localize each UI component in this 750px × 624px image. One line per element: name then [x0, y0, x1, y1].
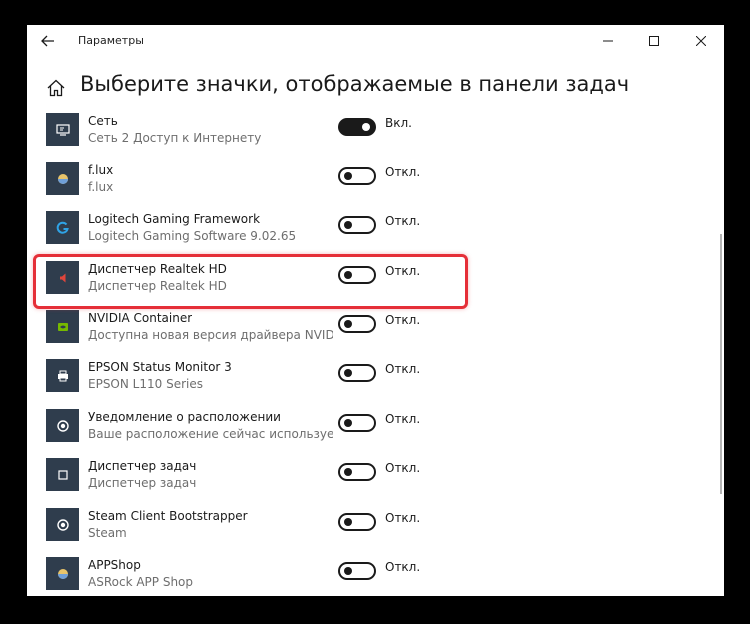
toggle-state-label: Откл.: [385, 560, 421, 574]
toggle-state-label: Откл.: [385, 412, 421, 426]
toggle-switch[interactable]: [338, 562, 376, 580]
maximize-icon: [649, 36, 659, 46]
toggle-switch[interactable]: [338, 266, 376, 284]
list-item: Сеть Сеть 2 Доступ к Интернету Вкл.: [27, 111, 717, 160]
back-button[interactable]: [33, 27, 63, 55]
list-item: EPSON Status Monitor 3 EPSON L110 Series…: [27, 357, 717, 406]
maximize-button[interactable]: [631, 25, 677, 57]
close-button[interactable]: [678, 25, 724, 57]
app-subtitle: Steam: [88, 526, 127, 540]
task-manager-icon: [57, 469, 68, 480]
close-icon: [696, 36, 706, 46]
title-bar: Параметры: [27, 25, 724, 57]
app-tile: [46, 261, 79, 294]
app-name: Steam Client Bootstrapper: [88, 509, 248, 523]
toggle-switch[interactable]: [338, 216, 376, 234]
page-header: Выберите значки, отображаемые в панели з…: [27, 69, 724, 109]
flux-icon: [57, 173, 68, 184]
app-name: Диспетчер задач: [88, 459, 197, 473]
scrollbar[interactable]: [720, 234, 722, 494]
app-subtitle: Сеть 2 Доступ к Интернету: [88, 131, 262, 145]
minimize-icon: [603, 40, 613, 42]
toggle-state-label: Откл.: [385, 461, 421, 475]
list-item: Steam Client Bootstrapper Steam Откл.: [27, 506, 717, 555]
app-subtitle: f.lux: [88, 180, 114, 194]
settings-window: Параметры Выберите значки, отображаемые …: [27, 25, 724, 596]
page-title: Выберите значки, отображаемые в панели з…: [80, 72, 630, 96]
toggle-switch[interactable]: [338, 513, 376, 531]
app-tile: [46, 310, 79, 343]
list-item: NVIDIA Container Доступна новая версия д…: [27, 308, 717, 357]
list-item: Диспетчер Realtek HD Диспетчер Realtek H…: [27, 259, 717, 308]
app-name: f.lux: [88, 163, 114, 177]
toggle-state-label: Откл.: [385, 511, 421, 525]
app-subtitle: Logitech Gaming Software 9.02.65: [88, 229, 297, 243]
app-tile: [46, 211, 79, 244]
network-monitor-icon: [55, 123, 70, 136]
list-item: f.lux f.lux Откл.: [27, 160, 717, 209]
toggle-state-label: Откл.: [385, 214, 421, 228]
app-name: Уведомление о расположении: [88, 410, 281, 424]
app-tile: [46, 557, 79, 590]
toggle-switch[interactable]: [338, 463, 376, 481]
app-subtitle: Диспетчер Realtek HD: [88, 279, 227, 293]
toggle-state-label: Откл.: [385, 165, 421, 179]
list-item: Logitech Gaming Framework Logitech Gamin…: [27, 209, 717, 258]
toggle-state-label: Откл.: [385, 362, 421, 376]
app-subtitle: Диспетчер задач: [88, 476, 197, 490]
toggle-switch[interactable]: [338, 364, 376, 382]
list-item: APPShop ASRock APP Shop Откл.: [27, 555, 717, 596]
home-icon[interactable]: [46, 78, 66, 98]
list-item: Уведомление о расположении Ваше располож…: [27, 407, 717, 456]
app-subtitle: Доступна новая версия драйвера NVIDIA...: [88, 328, 333, 342]
app-tile: [46, 359, 79, 392]
app-name: Сеть: [88, 114, 118, 128]
toggle-state-label: Откл.: [385, 264, 421, 278]
app-subtitle: Ваше расположение сейчас используется: [88, 427, 333, 441]
location-icon: [56, 419, 69, 432]
appshop-icon: [57, 568, 68, 579]
nvidia-icon: [57, 322, 68, 331]
app-tile: [46, 458, 79, 491]
window-title: Параметры: [78, 34, 144, 47]
app-tile: [46, 113, 79, 146]
app-name: APPShop: [88, 558, 141, 572]
toggle-switch[interactable]: [338, 414, 376, 432]
arrow-left-icon: [41, 35, 54, 47]
tray-icons-list: Сеть Сеть 2 Доступ к Интернету Вкл. f.lu…: [27, 111, 724, 596]
toggle-state-label: Вкл.: [385, 116, 412, 130]
toggle-switch[interactable]: [338, 167, 376, 185]
app-name: Logitech Gaming Framework: [88, 212, 261, 226]
logitech-icon: [56, 221, 69, 234]
app-subtitle: ASRock APP Shop: [88, 575, 194, 589]
app-subtitle: EPSON L110 Series: [88, 377, 203, 391]
minimize-button[interactable]: [585, 25, 631, 57]
printer-icon: [57, 370, 68, 381]
toggle-switch[interactable]: [338, 118, 376, 136]
list-item: Диспетчер задач Диспетчер задач Откл.: [27, 456, 717, 505]
speaker-icon: [59, 273, 65, 282]
toggle-switch[interactable]: [338, 315, 376, 333]
app-tile: [46, 508, 79, 541]
toggle-state-label: Откл.: [385, 313, 421, 327]
app-tile: [46, 409, 79, 442]
steam-icon: [56, 518, 69, 531]
app-name: NVIDIA Container: [88, 311, 193, 325]
app-name: Диспетчер Realtek HD: [88, 262, 227, 276]
app-tile: [46, 162, 79, 195]
app-name: EPSON Status Monitor 3: [88, 360, 232, 374]
